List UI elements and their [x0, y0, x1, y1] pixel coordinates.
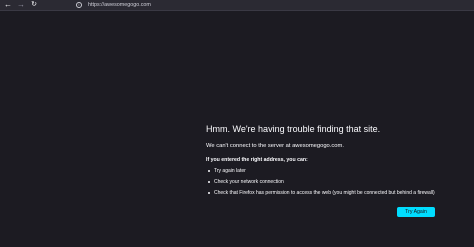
- reload-icon: ↻: [31, 1, 37, 8]
- error-title: Hmm. We're having trouble finding that s…: [206, 124, 381, 134]
- list-item: Check that Firefox has permission to acc…: [208, 190, 466, 196]
- reload-button[interactable]: ↻: [29, 0, 39, 10]
- suggestion-list: Try again later Check your network conne…: [206, 168, 466, 196]
- arrow-right-icon: →: [17, 0, 25, 9]
- url-bar[interactable]: i https://awesomegogo.com: [76, 1, 472, 9]
- try-again-button[interactable]: Try Again: [397, 207, 435, 217]
- url-text[interactable]: https://awesomegogo.com: [88, 2, 151, 8]
- list-item: Check your network connection: [208, 179, 466, 185]
- back-button[interactable]: ←: [3, 0, 13, 10]
- error-page: Hmm. We're having trouble finding that s…: [206, 124, 466, 201]
- error-hint: If you entered the right address, you ca…: [206, 157, 308, 163]
- list-item: Try again later: [208, 168, 466, 174]
- error-short-desc: We can't connect to the server at awesom…: [206, 143, 344, 149]
- browser-toolbar: ← → ↻ i https://awesomegogo.com: [0, 0, 474, 11]
- arrow-left-icon: ←: [4, 0, 12, 9]
- info-icon[interactable]: i: [76, 2, 82, 8]
- forward-button[interactable]: →: [16, 0, 26, 10]
